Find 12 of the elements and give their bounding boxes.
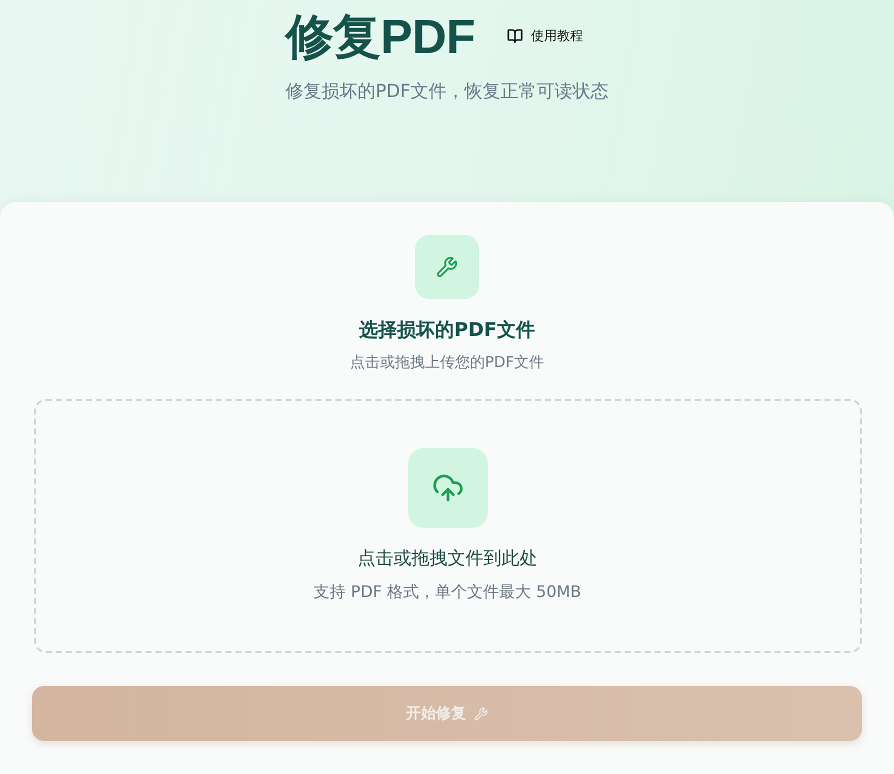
dropzone-prompt: 点击或拖拽文件到此处 xyxy=(358,547,538,571)
page-subtitle: 修复损坏的PDF文件，恢复正常可读状态 xyxy=(285,80,609,104)
wrench-icon xyxy=(474,706,488,720)
wrench-icon xyxy=(415,235,479,299)
tutorial-link[interactable]: 使用教程 xyxy=(506,27,583,45)
book-icon xyxy=(506,28,523,44)
cloud-upload-icon xyxy=(408,448,488,528)
upload-subheading: 点击或拖拽上传您的PDF文件 xyxy=(350,352,544,372)
upload-heading: 选择损坏的PDF文件 xyxy=(359,318,535,343)
dropzone-hint: 支持 PDF 格式，单个文件最大 50MB xyxy=(314,581,582,603)
page-title: 修复PDF xyxy=(285,10,475,66)
file-dropzone[interactable]: 点击或拖拽文件到此处 支持 PDF 格式，单个文件最大 50MB xyxy=(34,399,862,653)
